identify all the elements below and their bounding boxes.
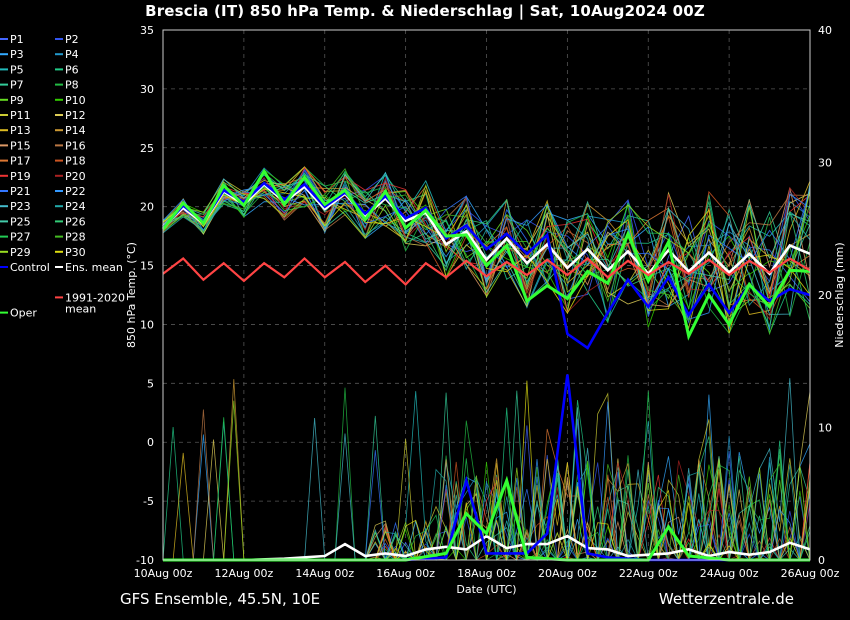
legend-label: P8 (65, 79, 79, 92)
legend-label: P23 (10, 200, 31, 213)
legend-label: P29 (10, 246, 31, 259)
legend-label: P21 (10, 185, 31, 198)
y-tick-label: 10 (140, 318, 154, 331)
legend-label: P5 (10, 63, 24, 76)
legend-label: P19 (10, 170, 31, 183)
legend-label: P9 (10, 94, 24, 107)
legend-label: P18 (65, 155, 86, 168)
legend-label: P17 (10, 155, 31, 168)
legend-label: P20 (65, 170, 86, 183)
x-tick-label: 20Aug 00z (538, 567, 597, 580)
x-tick-label: 14Aug 00z (295, 567, 354, 580)
ensemble-chart: -10 -5 0 5 10 15 20 25 30 35 0 10 20 30 40 10Aug 00z 12A… (0, 24, 846, 596)
y-tick-label: 5 (147, 377, 154, 390)
y2-tick-label: 30 (818, 157, 832, 170)
x-tick-label: 16Aug 00z (376, 567, 435, 580)
legend-label: P30 (65, 246, 86, 259)
x-tick-label: 12Aug 00z (215, 567, 274, 580)
model-caption: GFS Ensemble, 45.5N, 10E (120, 590, 321, 608)
y-tick-label: 0 (147, 436, 154, 449)
legend-label: P12 (65, 109, 86, 122)
chart-title: Brescia (IT) 850 hPa Temp. & Niederschla… (145, 2, 705, 20)
legend-label: P6 (65, 63, 79, 76)
legend-label: P14 (65, 124, 86, 137)
legend-label: P1 (10, 33, 24, 46)
legend-label: P27 (10, 231, 31, 244)
legend: P1 P2 P3 P4 P5 P6 P7 P8 P9 P10 P11 P12 P13 P14 P15 P16 P… (0, 33, 125, 320)
legend-label: P28 (65, 231, 86, 244)
y-tick-label: 35 (140, 24, 154, 37)
legend-label: P16 (65, 139, 86, 152)
legend-label: P22 (65, 185, 86, 198)
legend-label: P26 (65, 215, 86, 228)
y-tick-label: 15 (140, 260, 154, 273)
legend-label: P7 (10, 79, 24, 92)
legend-label: P10 (65, 94, 86, 107)
y-tick-label: 20 (140, 201, 154, 214)
x-tick-label: 10Aug 00z (134, 567, 193, 580)
y2-tick-label: 10 (818, 422, 832, 435)
x-tick-label: 26Aug 00z (781, 567, 840, 580)
x-tick-label: 18Aug 00z (457, 567, 516, 580)
legend-label: P15 (10, 139, 31, 152)
site-caption: Wetterzentrale.de (658, 590, 794, 608)
legend-label: mean (65, 302, 96, 315)
legend-label: Ens. mean (65, 261, 123, 274)
legend-label: P24 (65, 200, 86, 213)
x-axis-label: Date (UTC) (456, 583, 516, 596)
y2-axis-label: Niederschlag (mm) (833, 242, 846, 347)
legend-label: P13 (10, 124, 31, 137)
x-tick-label: 24Aug 00z (700, 567, 759, 580)
legend-label: P3 (10, 48, 24, 61)
legend-label: P4 (65, 48, 79, 61)
y-tick-label: 30 (140, 83, 154, 96)
x-tick-label: 22Aug 00z (619, 567, 678, 580)
legend-label: Control (10, 261, 50, 274)
y-axis-label: 850 hPa Temp. (°C) (125, 242, 138, 348)
legend-label: Oper (10, 307, 37, 320)
y-tick-label: -10 (136, 554, 154, 567)
y-tick-label: -5 (143, 495, 154, 508)
y2-tick-label: 20 (818, 289, 832, 302)
legend-label: P2 (65, 33, 79, 46)
legend-label: P25 (10, 215, 31, 228)
legend-label: P11 (10, 109, 31, 122)
y2-tick-label: 40 (818, 24, 832, 37)
y-tick-label: 25 (140, 142, 154, 155)
y2-tick-label: 0 (818, 554, 825, 567)
